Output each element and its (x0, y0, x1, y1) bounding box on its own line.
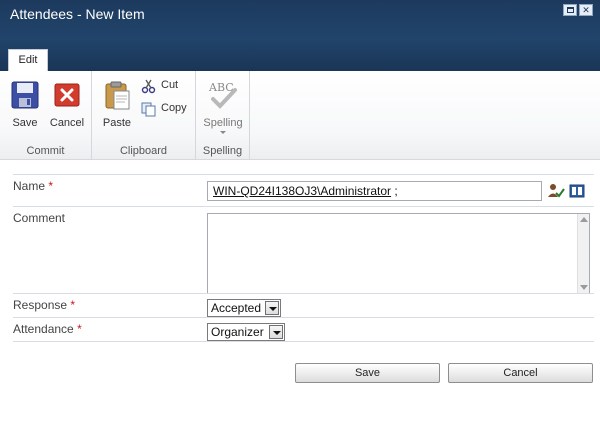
paste-label: Paste (102, 117, 132, 129)
paste-button[interactable]: Paste (97, 79, 137, 141)
spelling-group: ABC Spelling Spelling (196, 71, 250, 159)
title-bar: Attendees - New Item ✕ Edit (0, 0, 600, 71)
close-icon[interactable]: ✕ (579, 4, 593, 16)
required-marker: * (77, 322, 82, 336)
copy-button[interactable]: Copy (141, 100, 191, 118)
scroll-up-icon[interactable] (580, 217, 588, 222)
spelling-icon: ABC (207, 79, 239, 111)
tab-edit[interactable]: Edit (8, 49, 48, 71)
comment-row: Comment (13, 206, 594, 294)
required-marker: * (70, 298, 76, 312)
maximize-icon[interactable] (563, 4, 577, 16)
copy-icon (141, 102, 156, 117)
commit-group-label: Commit (26, 145, 65, 157)
attendance-select[interactable]: Organizer (207, 323, 285, 341)
attendance-value: Organizer (211, 325, 264, 339)
spelling-button[interactable]: ABC Spelling (202, 79, 244, 141)
attendance-label: Attendance * (13, 322, 82, 336)
name-label: Name * (13, 179, 54, 193)
save-button[interactable]: Save (5, 79, 45, 141)
cancel-button[interactable]: Cancel (448, 363, 593, 383)
browse-address-book-icon[interactable] (568, 182, 586, 200)
save-icon (9, 79, 41, 111)
chevron-down-icon[interactable] (265, 301, 279, 315)
spelling-label: Spelling (203, 117, 243, 129)
chevron-down-icon[interactable] (269, 325, 283, 339)
name-people-picker[interactable]: WIN-QD24I138OJ3\Administrator ; (207, 181, 542, 201)
cancel-icon (51, 79, 83, 111)
name-suffix: ; (391, 184, 398, 198)
paste-icon (101, 79, 133, 111)
save-label: Save (12, 117, 38, 129)
comment-scrollbar[interactable] (577, 214, 589, 293)
name-row: Name * WIN-QD24I138OJ3\Administrator ; (13, 174, 594, 206)
response-row: Response * Accepted (13, 293, 594, 317)
cancel-label: Cancel (49, 117, 85, 129)
comment-textarea[interactable] (207, 213, 590, 294)
cut-button[interactable]: Cut (141, 77, 191, 95)
resolved-user[interactable]: WIN-QD24I138OJ3\Administrator (213, 184, 391, 198)
clipboard-group-label: Clipboard (119, 145, 168, 157)
window-title: Attendees - New Item (10, 6, 145, 22)
copy-label: Copy (161, 102, 187, 114)
commit-group: Save Cancel Commit (0, 71, 92, 159)
scissors-icon (141, 79, 156, 94)
cut-label: Cut (161, 79, 179, 91)
comment-label: Comment (13, 211, 66, 225)
ribbon: Save Cancel Commit Paste Cut Copy Clipbo… (0, 71, 600, 160)
attendance-row: Attendance * Organizer (13, 317, 594, 342)
response-select[interactable]: Accepted (207, 299, 281, 317)
dropdown-arrow-icon (220, 131, 226, 134)
check-names-icon[interactable] (547, 182, 565, 200)
clipboard-group: Paste Cut Copy Clipboard (92, 71, 196, 159)
response-label: Response * (13, 298, 76, 312)
required-marker: * (48, 179, 54, 193)
cancel-button[interactable]: Cancel (47, 79, 87, 141)
save-button[interactable]: Save (295, 363, 440, 383)
spelling-group-label: Spelling (202, 145, 243, 157)
response-value: Accepted (211, 301, 262, 315)
scroll-down-icon[interactable] (580, 285, 588, 290)
